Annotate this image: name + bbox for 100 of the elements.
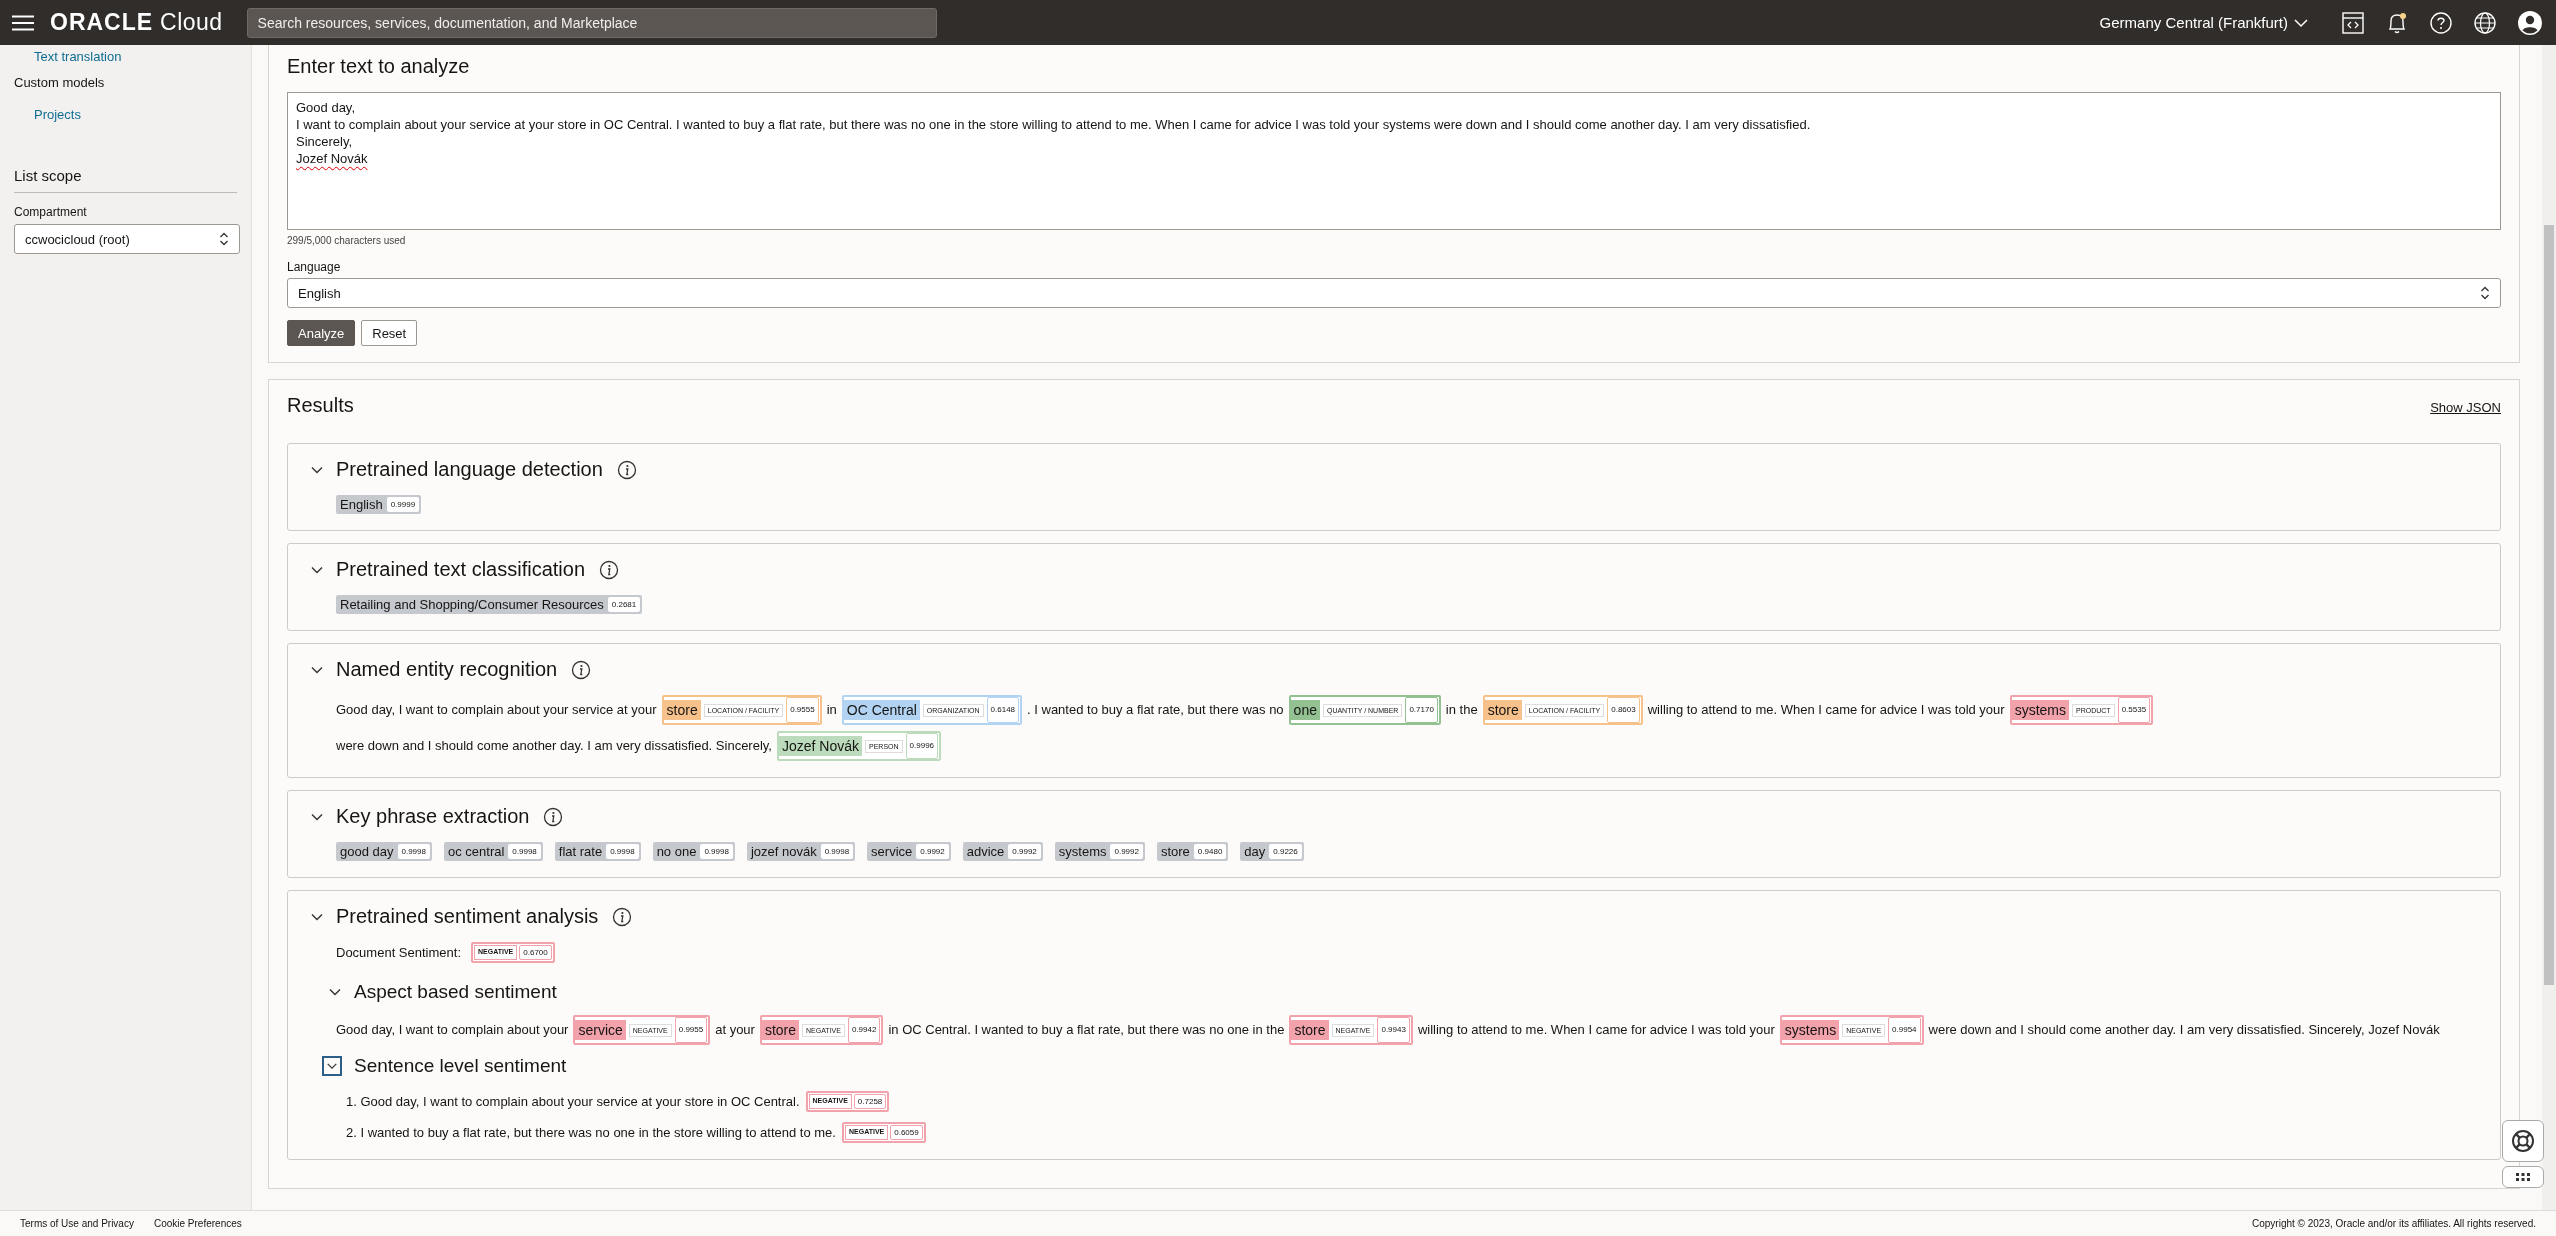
info-icon[interactable] bbox=[612, 906, 633, 927]
compartment-select[interactable]: ccwocicloud (root) bbox=[14, 224, 240, 254]
confidence-score: 0.9998 bbox=[700, 844, 733, 859]
confidence-score: 0.6700 bbox=[519, 945, 552, 960]
panel-title: Pretrained sentiment analysis bbox=[336, 905, 599, 928]
subsection-title: Aspect based sentiment bbox=[354, 981, 557, 1003]
confidence-score: 0.8603 bbox=[1607, 697, 1640, 723]
aspect-text: service bbox=[575, 1020, 626, 1040]
character-count: 299/5,000 characters used bbox=[287, 235, 407, 246]
show-json-link[interactable]: Show JSON bbox=[2430, 400, 2501, 415]
aspect-text: store bbox=[761, 1020, 800, 1040]
entity-text: store bbox=[663, 700, 701, 720]
confidence-score: 0.9954 bbox=[1888, 1017, 1921, 1043]
chip-text: jozef novák bbox=[749, 844, 817, 859]
sidebar-link[interactable]: Projects bbox=[14, 105, 237, 125]
footer-link[interactable]: Terms of Use and Privacy bbox=[20, 1218, 134, 1229]
confidence-score: 0.9226 bbox=[1269, 844, 1302, 859]
confidence-score: 0.6059 bbox=[890, 1125, 923, 1140]
copyright-text: Copyright © 2023, Oracle and/or its affiliates. All rights reserved. bbox=[2252, 1218, 2536, 1229]
globe-icon[interactable] bbox=[2474, 11, 2496, 34]
panel-title: Pretrained language detection bbox=[336, 458, 603, 481]
notification-bell-icon[interactable] bbox=[2386, 10, 2408, 35]
confidence-score: 0.9996 bbox=[905, 733, 939, 759]
logo[interactable]: ORACLE Cloud bbox=[50, 9, 223, 36]
chip-text: no one bbox=[655, 844, 697, 859]
confidence-score: 0.9955 bbox=[674, 1017, 708, 1043]
language-select[interactable]: English bbox=[287, 278, 2501, 308]
text-input-area[interactable]: Good day, I want to complain about your service at your store in OC Central. I wanted to buy a flat rate, but there was no one in the store willing to attend to me. When I came for advice I was told your systems were down and I should come another day. I am very dissatisfied. Sincerely, Jozef Novák bbox=[287, 92, 2501, 230]
analyzed-text: willing to attend to me. When I came for advice I was told your bbox=[1417, 1021, 1775, 1039]
confidence-score: 0.9998 bbox=[820, 844, 854, 859]
chip-text: systems bbox=[1057, 844, 1107, 859]
region-selector[interactable]: Germany Central (Frankfurt) bbox=[2099, 14, 2308, 31]
chevron-down-icon bbox=[2294, 17, 2308, 28]
confidence-score: 0.5535 bbox=[2117, 697, 2151, 723]
confidence-score: 0.9992 bbox=[916, 844, 949, 859]
sort-arrows-icon bbox=[219, 232, 229, 246]
chip-text: day bbox=[1243, 844, 1266, 859]
confidence-score: 0.9992 bbox=[1110, 844, 1143, 859]
entity-text: Jozef Novák bbox=[778, 736, 862, 756]
entity-text: one bbox=[1290, 700, 1320, 720]
reset-button[interactable]: Reset bbox=[361, 320, 418, 346]
apps-grid-button[interactable] bbox=[2502, 1166, 2544, 1188]
document-sentiment-label: Document Sentiment: bbox=[336, 945, 461, 960]
info-icon[interactable] bbox=[571, 659, 592, 680]
confidence-score: 0.9998 bbox=[397, 844, 430, 859]
info-icon[interactable] bbox=[599, 559, 619, 580]
confidence-score: 0.9942 bbox=[847, 1017, 881, 1043]
analyzed-text: were down and I should come another day. I am very dissatisfied. Sincerely, Jozef Novák bbox=[1928, 1021, 2440, 1039]
confidence-score: 0.9999 bbox=[386, 497, 420, 512]
analyze-button[interactable]: Analyze bbox=[287, 320, 356, 346]
info-icon[interactable] bbox=[616, 459, 637, 480]
list-scope-heading: List scope bbox=[14, 167, 237, 193]
subsection-title: Sentence level sentiment bbox=[354, 1055, 567, 1077]
user-avatar-icon[interactable] bbox=[2518, 10, 2542, 35]
chip-text: advice bbox=[965, 844, 1005, 859]
code-editor-icon[interactable] bbox=[2342, 11, 2364, 34]
chip-text: English bbox=[339, 497, 383, 512]
sort-arrows-icon bbox=[2480, 286, 2490, 300]
sidebar-group-label: Custom models bbox=[14, 74, 106, 92]
card-title: Enter text to analyze bbox=[287, 55, 471, 78]
analyzed-text: were down and I should come another day. I am very dissatisfied. Sincerely, bbox=[336, 737, 772, 755]
chip-text: store bbox=[1159, 844, 1190, 859]
footer-link[interactable]: Cookie Preferences bbox=[153, 1218, 242, 1229]
field-label: Compartment bbox=[14, 205, 88, 219]
panel-title: Named entity recognition bbox=[336, 658, 558, 681]
analyzed-text: . I wanted to buy a flat rate, but there was no bbox=[1027, 701, 1284, 719]
aspect-text: systems bbox=[1781, 1020, 1840, 1040]
confidence-score: 0.7170 bbox=[1405, 697, 1438, 723]
confidence-score: 0.9480 bbox=[1193, 844, 1227, 859]
support-button[interactable] bbox=[2502, 1120, 2544, 1162]
scrollbar[interactable] bbox=[2542, 45, 2556, 1210]
confidence-score: 0.9555 bbox=[786, 697, 819, 723]
chevron-toggle-button[interactable] bbox=[322, 1056, 342, 1076]
chip-text: good day bbox=[339, 844, 394, 859]
confidence-score: 0.9992 bbox=[1008, 844, 1041, 859]
card-title: Results bbox=[287, 394, 354, 417]
sentence-text: 2. I wanted to buy a flat rate, but there was no one in the store willing to attend to me. bbox=[346, 1125, 836, 1140]
analyzed-text: in OC Central. I wanted to buy a flat rate, but there was no one in the bbox=[888, 1021, 1285, 1039]
analyzed-text: Good day, I want to complain about your bbox=[336, 1021, 569, 1039]
aspect-text: store bbox=[1291, 1020, 1329, 1040]
confidence-score: 0.9998 bbox=[606, 844, 639, 859]
sentence-text: 1. Good day, I want to complain about your service at your store in OC Central. bbox=[346, 1094, 800, 1109]
grid-icon bbox=[2515, 1172, 2531, 1182]
confidence-score: 0.7258 bbox=[853, 1094, 887, 1109]
entity-text: store bbox=[1484, 700, 1522, 720]
analyzed-text: in the bbox=[1445, 701, 1478, 719]
sidebar-link[interactable]: Text translation bbox=[14, 47, 237, 67]
confidence-score: 0.2681 bbox=[607, 597, 641, 612]
help-icon[interactable] bbox=[2430, 11, 2452, 34]
confidence-score: 0.9998 bbox=[508, 844, 541, 859]
analyzed-text: at your bbox=[715, 1021, 755, 1039]
panel-title: Key phrase extraction bbox=[336, 805, 530, 828]
menu-icon[interactable] bbox=[12, 14, 34, 31]
lifebuoy-icon bbox=[2511, 1129, 2535, 1153]
analyzed-text: willing to attend to me. When I came for advice I was told your bbox=[1647, 701, 2005, 719]
search-field[interactable]: Search resources, services, documentation, and Marketplace bbox=[246, 7, 937, 38]
analyzed-text: in bbox=[826, 701, 837, 719]
info-icon[interactable] bbox=[543, 806, 564, 827]
confidence-score: 0.9943 bbox=[1377, 1017, 1410, 1043]
chip-text: flat rate bbox=[557, 844, 603, 859]
